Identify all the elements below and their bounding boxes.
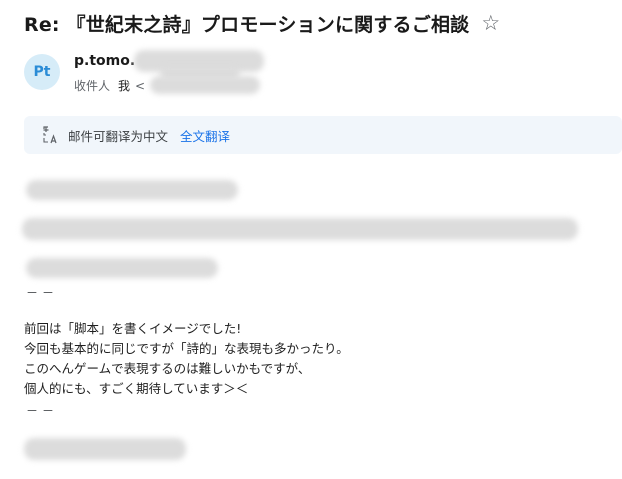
translate-bar: 邮件可翻译为中文 全文翻译 <box>24 116 622 154</box>
redacted-greeting-line-1 <box>26 180 238 200</box>
body-line-1: 前回は「脚本」を書くイメージでした! <box>24 321 242 336</box>
body-line-3: このへんゲームで表現するのは難しいかもですが、 <box>24 361 311 376</box>
recipient-me[interactable]: 我 <box>118 77 130 94</box>
recipient-address-bracket: < <box>135 78 146 93</box>
body-line-4: 個人的にも、すごく期待しています＞＜ <box>24 381 249 396</box>
translate-full-link[interactable]: 全文翻译 <box>180 126 230 145</box>
body-line-2: 今回も基本的に同じですが「詩的」な表現も多かったり。 <box>24 341 349 356</box>
redacted-greeting-line-2 <box>22 218 578 240</box>
translate-icon <box>43 126 57 144</box>
email-subject: Re: 『世紀末之詩』プロモーションに関するご相談 <box>24 13 470 36</box>
separator-top: －－ <box>26 286 59 300</box>
separator-bottom: －－ <box>26 404 59 418</box>
recipient-line: 收件人 我 < <box>74 77 145 94</box>
subject-row: Re: 『世紀末之詩』プロモーションに関するご相談 ☆ <box>24 8 614 38</box>
redacted-greeting-line-3 <box>26 258 218 278</box>
translate-message: 邮件可翻译为中文 <box>68 128 169 144</box>
redacted-signature <box>24 438 186 460</box>
recipient-label: 收件人 <box>74 79 111 93</box>
sender-avatar[interactable]: Pt <box>24 54 60 90</box>
redacted-recipient-address <box>150 76 260 94</box>
sender-name[interactable]: p.tomo. <box>74 53 135 69</box>
star-icon[interactable]: ☆ <box>481 12 500 34</box>
